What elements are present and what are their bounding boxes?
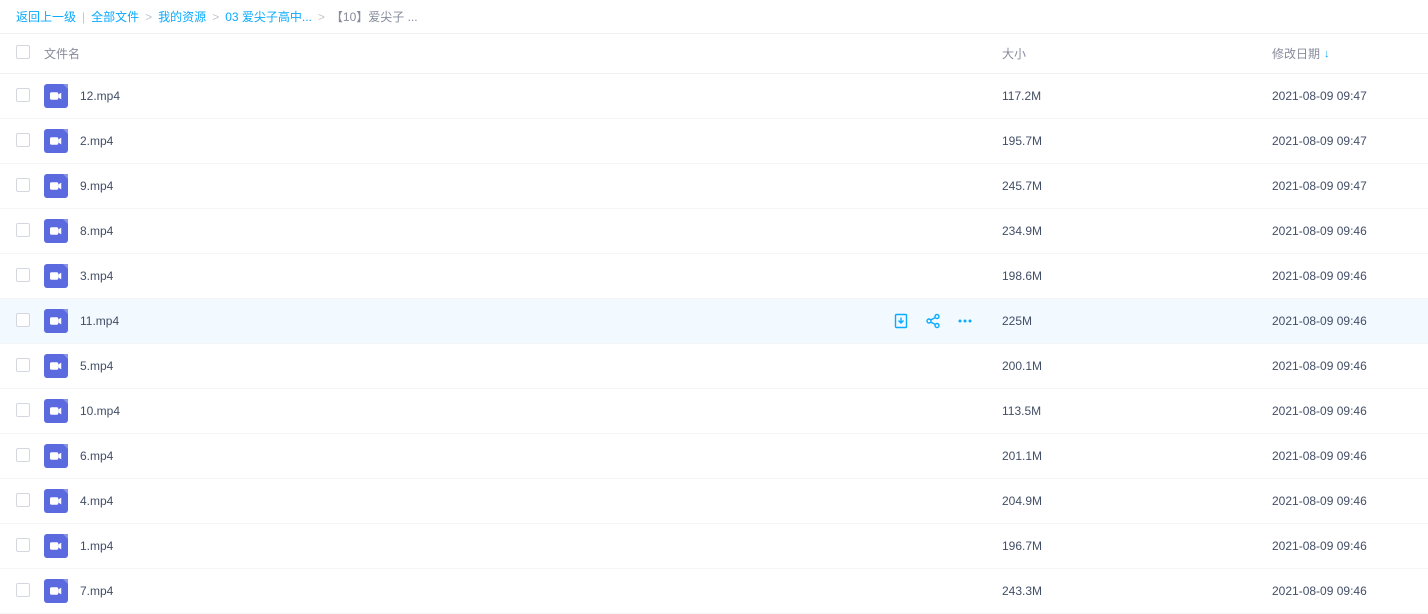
sort-arrow-down-icon: ↓ [1324,48,1330,60]
breadcrumb-sep: > [318,10,325,24]
row-checkbox[interactable] [16,268,30,282]
file-date: 2021-08-09 09:46 [1272,314,1412,328]
file-date: 2021-08-09 09:46 [1272,494,1412,508]
video-file-icon [44,129,68,153]
row-checkbox[interactable] [16,358,30,372]
row-checkbox[interactable] [16,493,30,507]
table-row[interactable]: 6.mp4 201.1M2021-08-09 09:46 [0,434,1428,479]
column-header-date-label: 修改日期 [1272,45,1320,62]
table-row[interactable]: 10.mp4 113.5M2021-08-09 09:46 [0,389,1428,434]
table-row[interactable]: 8.mp4 234.9M2021-08-09 09:46 [0,209,1428,254]
download-icon[interactable] [892,312,910,330]
video-file-icon [44,174,68,198]
file-date: 2021-08-09 09:47 [1272,89,1412,103]
column-header-name[interactable]: 文件名 [40,45,892,62]
table-row[interactable]: 1.mp4 196.7M2021-08-09 09:46 [0,524,1428,569]
table-row[interactable]: 5.mp4 200.1M2021-08-09 09:46 [0,344,1428,389]
column-header-date[interactable]: 修改日期 ↓ [1272,45,1412,62]
file-name[interactable]: 10.mp4 [80,404,120,418]
breadcrumb-sep: > [212,10,219,24]
row-checkbox[interactable] [16,538,30,552]
breadcrumb-item-all[interactable]: 全部文件 [91,8,139,25]
video-file-icon [44,534,68,558]
file-name[interactable]: 7.mp4 [80,584,113,598]
file-size: 195.7M [1002,134,1272,148]
file-name[interactable]: 3.mp4 [80,269,113,283]
file-list: 12.mp4117.2M2021-08-09 09:472.mp4195.7M2… [0,74,1428,614]
table-row[interactable]: 12.mp4 117.2M2021-08-09 09:47 [0,74,1428,119]
file-size: 245.7M [1002,179,1272,193]
file-size: 225M [1002,314,1272,328]
table-row[interactable]: 2.mp4 195.7M2021-08-09 09:47 [0,119,1428,164]
row-checkbox[interactable] [16,313,30,327]
file-date: 2021-08-09 09:46 [1272,404,1412,418]
file-size: 117.2M [1002,89,1272,103]
file-name[interactable]: 1.mp4 [80,539,113,553]
table-header: 文件名 大小 修改日期 ↓ [0,34,1428,74]
file-name[interactable]: 12.mp4 [80,89,120,103]
row-checkbox[interactable] [16,448,30,462]
breadcrumb-item-folder3[interactable]: 03 爱尖子高中... [225,8,312,25]
more-icon[interactable] [956,312,974,330]
breadcrumb-back[interactable]: 返回上一级 [16,8,76,25]
file-size: 243.3M [1002,584,1272,598]
video-file-icon [44,219,68,243]
column-header-size[interactable]: 大小 [1002,45,1272,62]
file-date: 2021-08-09 09:46 [1272,584,1412,598]
row-checkbox[interactable] [16,88,30,102]
table-row[interactable]: 9.mp4 245.7M2021-08-09 09:47 [0,164,1428,209]
table-row[interactable]: 11.mp4 225M2021-08-09 09:46 [0,299,1428,344]
file-date: 2021-08-09 09:47 [1272,134,1412,148]
file-name[interactable]: 8.mp4 [80,224,113,238]
video-file-icon [44,84,68,108]
video-file-icon [44,354,68,378]
file-date: 2021-08-09 09:46 [1272,539,1412,553]
video-file-icon [44,399,68,423]
row-checkbox[interactable] [16,583,30,597]
file-size: 234.9M [1002,224,1272,238]
table-row[interactable]: 7.mp4 243.3M2021-08-09 09:46 [0,569,1428,614]
file-name[interactable]: 2.mp4 [80,134,113,148]
file-size: 198.6M [1002,269,1272,283]
file-name[interactable]: 9.mp4 [80,179,113,193]
file-size: 113.5M [1002,404,1272,418]
file-date: 2021-08-09 09:46 [1272,359,1412,373]
video-file-icon [44,309,68,333]
select-all-checkbox[interactable] [16,45,30,59]
share-icon[interactable] [924,312,942,330]
table-row[interactable]: 3.mp4 198.6M2021-08-09 09:46 [0,254,1428,299]
breadcrumb-divider: | [82,10,85,24]
row-checkbox[interactable] [16,133,30,147]
video-file-icon [44,489,68,513]
breadcrumb-item-myresources[interactable]: 我的资源 [158,8,206,25]
video-file-icon [44,264,68,288]
file-size: 200.1M [1002,359,1272,373]
file-size: 204.9M [1002,494,1272,508]
breadcrumb-current: 【10】爱尖子 ... [331,8,418,25]
row-checkbox[interactable] [16,178,30,192]
file-name[interactable]: 4.mp4 [80,494,113,508]
video-file-icon [44,579,68,603]
file-name[interactable]: 5.mp4 [80,359,113,373]
table-row[interactable]: 4.mp4 204.9M2021-08-09 09:46 [0,479,1428,524]
file-date: 2021-08-09 09:46 [1272,449,1412,463]
row-checkbox[interactable] [16,223,30,237]
breadcrumb: 返回上一级 | 全部文件 > 我的资源 > 03 爱尖子高中... > 【10】… [0,0,1428,34]
file-name[interactable]: 6.mp4 [80,449,113,463]
video-file-icon [44,444,68,468]
file-size: 196.7M [1002,539,1272,553]
file-name[interactable]: 11.mp4 [80,314,119,328]
file-date: 2021-08-09 09:46 [1272,224,1412,238]
file-date: 2021-08-09 09:46 [1272,269,1412,283]
file-date: 2021-08-09 09:47 [1272,179,1412,193]
breadcrumb-sep: > [145,10,152,24]
row-checkbox[interactable] [16,403,30,417]
file-size: 201.1M [1002,449,1272,463]
